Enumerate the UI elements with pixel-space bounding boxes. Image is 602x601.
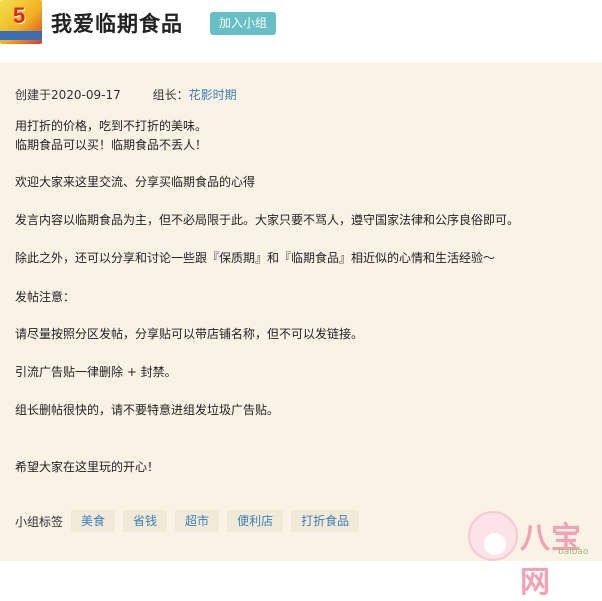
group-header: 5 我爱临期食品 加入小组 <box>0 0 602 62</box>
description-line: 欢迎大家来这里交流、分享买临期食品的心得 <box>15 175 256 189</box>
watermark-text: 八宝网 <box>520 521 582 600</box>
group-tags: 小组标签 美食 省钱 超市 便利店 打折食品 <box>15 509 367 533</box>
site-watermark: 八宝网 baibao <box>466 503 602 600</box>
description-line: 希望大家在这里玩的开心！ <box>15 460 160 474</box>
tag-save-money[interactable]: 省钱 <box>123 510 168 532</box>
watermark-logo-icon <box>468 511 518 561</box>
avatar-strip <box>0 31 42 40</box>
leader-link[interactable]: 花影时期 <box>189 88 237 102</box>
description-line: 引流广告贴一律删除 + 封禁。 <box>15 365 177 379</box>
tag-convenience-store[interactable]: 便利店 <box>227 510 284 532</box>
description-line: 发帖注意： <box>15 290 76 304</box>
tag-supermarket[interactable]: 超市 <box>175 510 220 532</box>
description-line: 用打折的价格，吃到不打折的美味。 <box>15 119 208 133</box>
description-line: 组长删帖很快的，请不要特意进组发垃圾广告贴。 <box>15 403 280 417</box>
created-date: 创建于2020-09-17 <box>15 88 121 102</box>
watermark-subtext: baibao <box>558 547 589 557</box>
group-meta: 创建于2020-09-17 组长：花影时期 <box>15 86 237 103</box>
group-avatar[interactable]: 5 <box>0 0 42 44</box>
leader-label: 组长： <box>152 88 189 102</box>
group-title: 我爱临期食品 <box>51 12 183 36</box>
description-line: 发言内容以临期食品为主，但不必局限于此。大家只要不骂人，遵守国家法律和公序良俗即… <box>15 213 520 227</box>
description-line: 临期食品可以买！临期食品不丢人！ <box>15 138 208 152</box>
description-line: 请尽量按照分区发帖，分享贴可以带店铺名称，但不可以发链接。 <box>15 327 364 341</box>
join-group-button[interactable]: 加入小组 <box>210 12 277 35</box>
avatar-badge-icon: 5 <box>13 3 26 28</box>
tag-discount-food[interactable]: 打折食品 <box>291 510 360 532</box>
description-line: 除此之外，还可以分享和讨论一些跟『保质期』和『临期食品』相近似的心情和生活经验～ <box>15 251 496 265</box>
tags-label: 小组标签 <box>15 514 64 529</box>
watermark-face-icon <box>484 533 506 555</box>
tag-food[interactable]: 美食 <box>71 510 116 532</box>
group-info-panel: 创建于2020-09-17 组长：花影时期 用打折的价格，吃到不打折的美味。 临… <box>0 62 602 561</box>
